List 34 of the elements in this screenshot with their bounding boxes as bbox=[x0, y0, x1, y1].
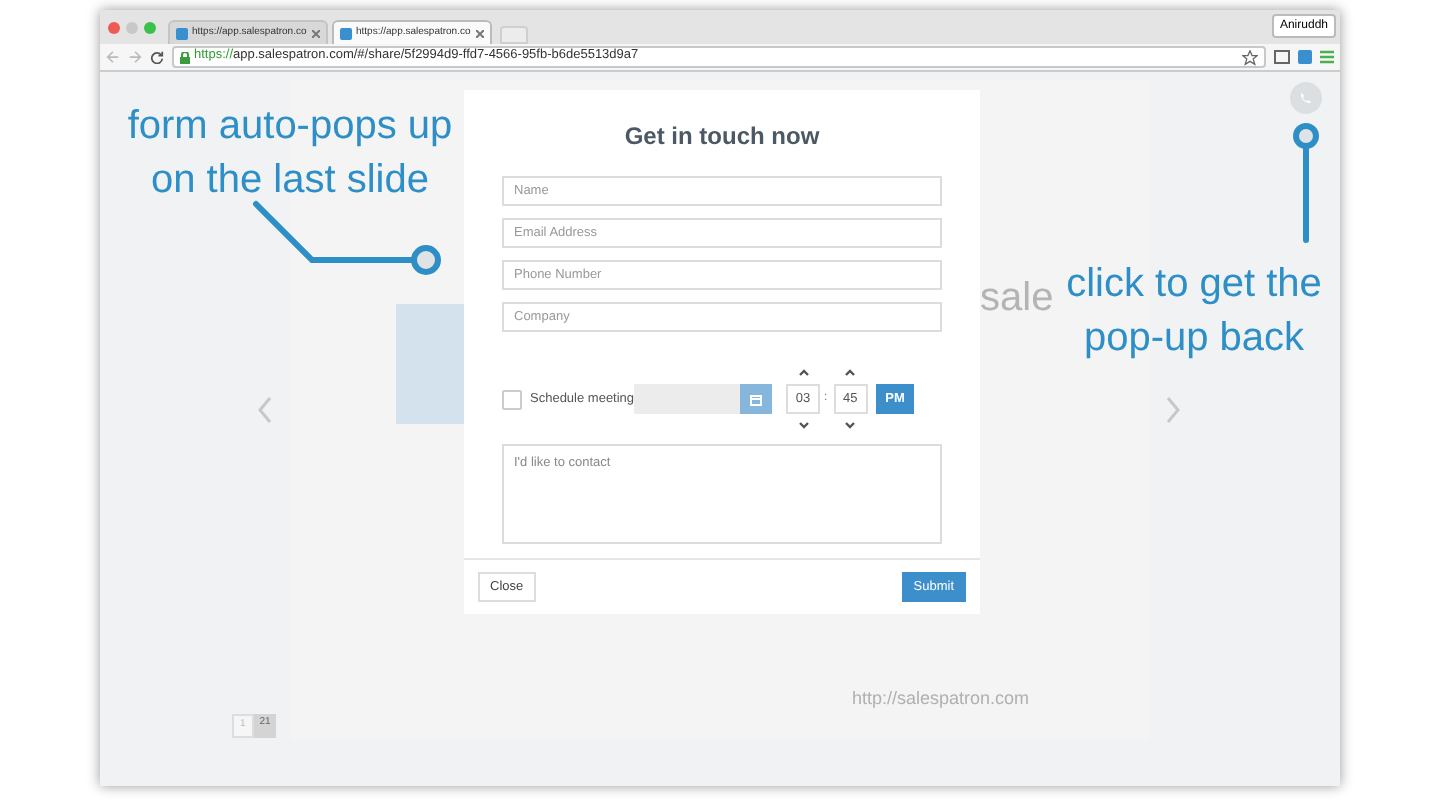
favicon-icon bbox=[340, 27, 352, 39]
decrement-icon[interactable] bbox=[844, 422, 857, 430]
calendar-button[interactable] bbox=[740, 384, 772, 414]
increment-icon[interactable] bbox=[844, 368, 857, 376]
previous-slide-icon[interactable] bbox=[258, 396, 272, 424]
date-field[interactable] bbox=[634, 384, 740, 414]
decrement-icon[interactable] bbox=[797, 422, 809, 430]
increment-icon[interactable] bbox=[797, 368, 809, 376]
checkbox[interactable] bbox=[502, 389, 522, 409]
lock-icon bbox=[180, 51, 190, 63]
close-tab-icon[interactable] bbox=[476, 29, 484, 37]
annotation-text: form auto-pops up on the last slide bbox=[125, 102, 455, 206]
close-window-icon[interactable] bbox=[108, 21, 120, 33]
reload-icon[interactable] bbox=[150, 50, 164, 64]
extension-icon[interactable] bbox=[1298, 50, 1312, 64]
phone-icon bbox=[1300, 92, 1312, 104]
calendar-icon bbox=[750, 393, 762, 405]
close-tab-icon[interactable] bbox=[312, 29, 320, 37]
forward-icon[interactable] bbox=[128, 50, 142, 64]
dialog-title: Get in touch now bbox=[624, 120, 820, 154]
minimize-window-icon[interactable] bbox=[126, 21, 138, 33]
new-tab-button[interactable] bbox=[500, 26, 528, 44]
annotation-text: click to get the pop-up back bbox=[1064, 260, 1324, 364]
cast-icon[interactable] bbox=[1274, 50, 1290, 64]
favicon-icon bbox=[176, 27, 188, 39]
phone-button[interactable] bbox=[1290, 82, 1322, 114]
back-icon[interactable] bbox=[106, 50, 120, 64]
zoom-window-icon[interactable] bbox=[144, 21, 156, 33]
star-icon[interactable] bbox=[1242, 49, 1258, 65]
next-slide-icon[interactable] bbox=[1166, 396, 1180, 424]
menu-icon[interactable] bbox=[1320, 50, 1334, 64]
slide-url: http://salespatron.com bbox=[852, 686, 1030, 712]
slide-word: sale bbox=[980, 274, 1054, 324]
leader-line bbox=[1290, 120, 1322, 244]
